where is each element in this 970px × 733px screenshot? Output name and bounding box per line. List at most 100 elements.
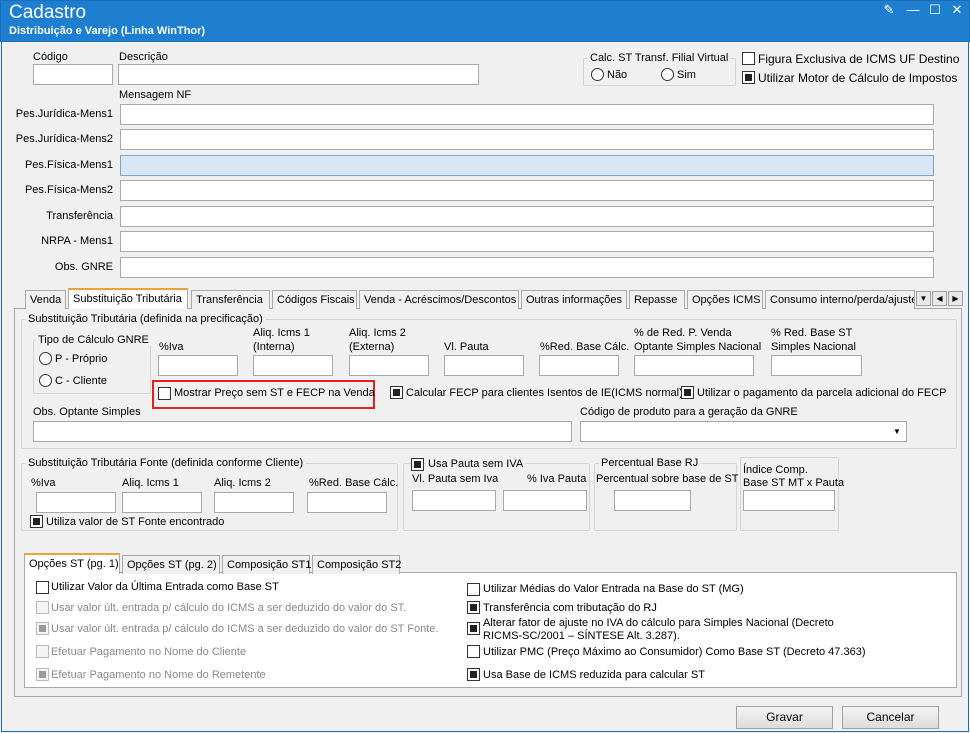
minimize-icon[interactable]: — (904, 3, 922, 17)
window-title: Cadastro (9, 2, 87, 23)
tab-outras-informacoes[interactable]: Outras informações (521, 290, 627, 309)
fonte-aliq1-input[interactable] (122, 492, 202, 513)
figura-exclusiva-checkbox[interactable] (742, 52, 755, 65)
msg-input-pj1[interactable] (120, 104, 934, 125)
tab-opcoes-icms[interactable]: Opções ICMS (687, 290, 763, 309)
iva-pauta-input[interactable] (503, 490, 587, 511)
subtab-opcoes-pg1[interactable]: Opções ST (pg. 1) (24, 553, 120, 574)
edit-icon[interactable]: ✎ (880, 3, 898, 17)
opcao-medias-mg-checkbox[interactable] (467, 583, 480, 596)
opcao-pagamento-remetente-checkbox (36, 668, 49, 681)
msg-input-obs-gnre[interactable] (120, 257, 934, 278)
mostrar-preco-label: Mostrar Preço sem ST e FECP na Venda (174, 387, 375, 399)
vl-pauta-sem-iva-input[interactable] (412, 490, 496, 511)
aliq-icms2-input[interactable] (349, 355, 429, 376)
msg-input-pf2[interactable] (120, 180, 934, 201)
msg-label-pj2: Pes.Jurídica-Mens2 (15, 133, 113, 145)
red-simples-label: % Red. Base ST (771, 327, 853, 339)
tab-repasse[interactable]: Repasse (629, 290, 685, 309)
opcao-medias-mg-label: Utilizar Médias do Valor Entrada na Base… (483, 583, 744, 595)
subtab-composicao-st1[interactable]: Composição ST1 (222, 555, 311, 574)
subtab-opcoes-pg2[interactable]: Opções ST (pg. 2) (122, 555, 220, 574)
aliq-icms1-label: Aliq. Icms 1 (253, 327, 310, 339)
msg-label-obs-gnre: Obs. GNRE (54, 261, 113, 273)
radio-nao-label: Não (607, 69, 628, 81)
usa-pauta-checkbox[interactable] (411, 458, 424, 471)
msg-input-transf[interactable] (120, 206, 934, 227)
tab-scroll-right-icon[interactable]: ▶ (948, 291, 963, 306)
maximize-icon[interactable]: ☐ (926, 3, 944, 17)
tab-venda-acrescimos[interactable]: Venda - Acréscimos/Descontos (359, 290, 519, 309)
red-simples-input[interactable] (771, 355, 862, 376)
obs-optante-label: Obs. Optante Simples (33, 406, 141, 418)
utiliza-valor-checkbox[interactable] (30, 515, 43, 528)
descricao-label: Descrição (119, 51, 168, 63)
msg-input-nrpa[interactable] (120, 231, 934, 252)
vl-pauta-input[interactable] (444, 355, 524, 376)
msg-label-pj1: Pes.Jurídica-Mens1 (15, 108, 113, 120)
radio-proprio[interactable] (39, 352, 52, 365)
msg-input-pj2[interactable] (120, 129, 934, 150)
tab-venda[interactable]: Venda (25, 290, 66, 309)
mostrar-preco-checkbox[interactable] (158, 387, 171, 400)
utilizar-motor-label: Utilizar Motor de Cálculo de Impostos (758, 71, 958, 85)
opcao-ultima-entrada-checkbox[interactable] (36, 581, 49, 594)
obs-optante-input[interactable] (33, 421, 572, 442)
opcao-pmc-checkbox[interactable] (467, 645, 480, 658)
opcao-fator-ajuste-checkbox[interactable] (467, 622, 480, 635)
utilizar-pagamento-label: Utilizar o pagamento da parcela adiciona… (697, 387, 947, 399)
codigo-input[interactable] (33, 64, 113, 85)
fonte-iva-input[interactable] (36, 492, 116, 513)
calc-st-group-label: Calc. ST Transf. Filial Virtual (588, 52, 731, 64)
opcao-pagamento-remetente-label: Efetuar Pagamento no Nome do Remetente (51, 669, 266, 681)
tab-substituicao-tributaria[interactable]: Substituição Tributária (68, 288, 188, 309)
radio-proprio-label: P - Próprio (55, 353, 108, 365)
tab-dropdown-icon[interactable]: ▼ (916, 291, 931, 306)
aliq-icms2-label: Aliq. Icms 2 (349, 327, 406, 339)
descricao-input[interactable] (118, 64, 479, 85)
red-venda-sub-label: Optante Simples Nacional (634, 341, 762, 353)
fonte-red-base-input[interactable] (307, 492, 387, 513)
utilizar-motor-checkbox[interactable] (742, 71, 755, 84)
utiliza-valor-label: Utiliza valor de ST Fonte encontrado (46, 516, 225, 528)
radio-nao[interactable] (591, 68, 604, 81)
opcao-pagamento-cliente-checkbox (36, 645, 49, 658)
mensagem-nf-label: Mensagem NF (119, 89, 192, 101)
radio-sim[interactable] (661, 68, 674, 81)
utilizar-pagamento-checkbox[interactable] (681, 386, 694, 399)
chevron-down-icon[interactable]: ▼ (889, 423, 905, 440)
red-base-input[interactable] (539, 355, 619, 376)
tab-codigos-fiscais[interactable]: Códigos Fiscais (272, 290, 357, 309)
fonte-aliq1-label: Aliq. Icms 1 (122, 477, 179, 489)
cancelar-button[interactable]: Cancelar (842, 706, 939, 729)
opcao-base-reduzida-label: Usa Base de ICMS reduzida para calcular … (483, 669, 705, 681)
aliq-icms1-input[interactable] (253, 355, 333, 376)
red-simples-sub-label: Simples Nacional (771, 341, 856, 353)
tab-scroll-left-icon[interactable]: ◀ (932, 291, 947, 306)
red-venda-input[interactable] (634, 355, 754, 376)
fonte-red-base-label: %Red. Base Cálc. (309, 477, 399, 489)
opcao-base-reduzida-checkbox[interactable] (467, 668, 480, 681)
opcao-pmc-label: Utilizar PMC (Preço Máximo ao Consumidor… (483, 646, 866, 658)
indice-comp-input[interactable] (743, 490, 835, 511)
percentual-sobre-input[interactable] (614, 490, 691, 511)
msg-label-pf1: Pes.Física-Mens1 (24, 159, 113, 171)
iva-input[interactable] (158, 355, 238, 376)
subtab-composicao-st2[interactable]: Composição ST2 (312, 555, 401, 574)
indice-comp-sub-label: Base ST MT x Pauta (743, 477, 845, 489)
msg-input-pf1[interactable] (120, 155, 934, 176)
radio-cliente[interactable] (39, 374, 52, 387)
opcao-transferencia-rj-checkbox[interactable] (467, 601, 480, 614)
opcao-fator-ajuste-label-2: RICMS-SC/2001 – SÍNTESE Alt. 3.287). (483, 630, 680, 642)
fonte-aliq2-input[interactable] (214, 492, 294, 513)
calcular-fecp-checkbox[interactable] (390, 386, 403, 399)
codigo-gnre-select[interactable] (580, 421, 907, 442)
calcular-fecp-label: Calcular FECP para clientes Isentos de I… (406, 387, 683, 399)
radio-cliente-label: C - Cliente (55, 375, 107, 387)
tab-consumo-interno[interactable]: Consumo interno/perda/ajuste (765, 290, 915, 309)
gravar-button[interactable]: Gravar (736, 706, 833, 729)
tab-transferencia[interactable]: Transferência (191, 290, 270, 309)
close-icon[interactable]: ✕ (948, 3, 966, 17)
red-base-label: %Red. Base Cálc. (540, 341, 630, 353)
codigo-label: Código (33, 51, 68, 63)
